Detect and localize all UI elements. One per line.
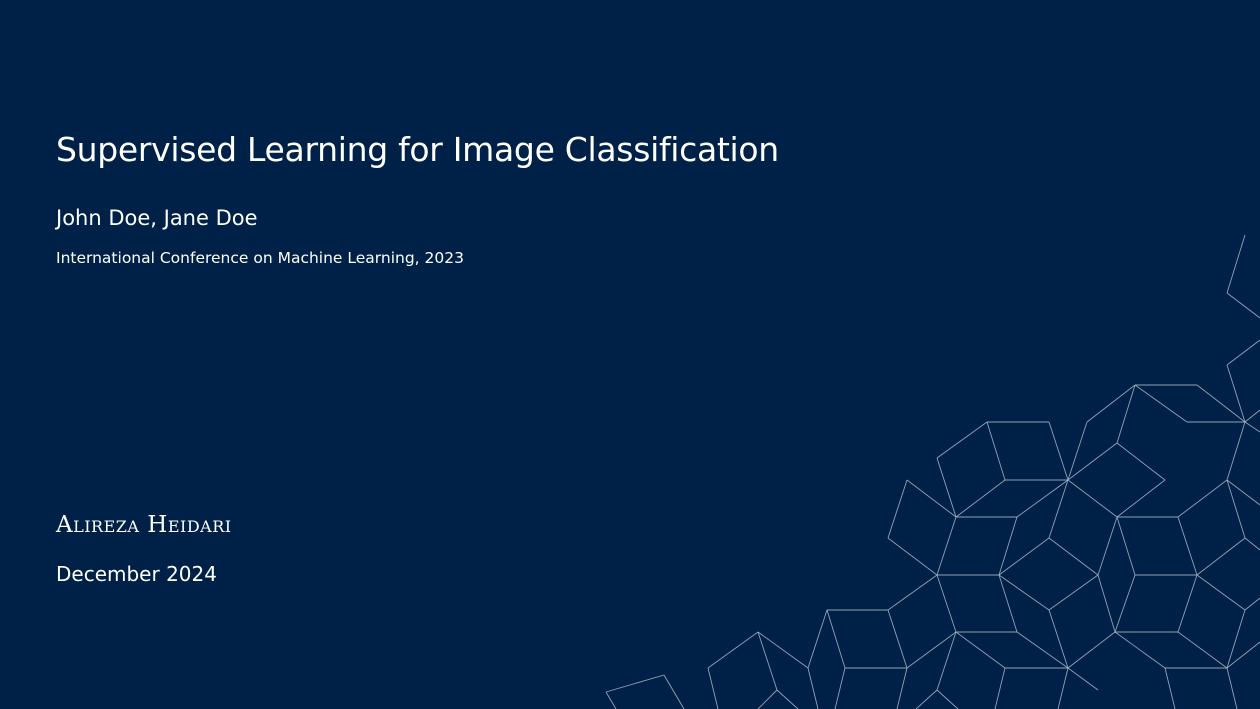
pattern-line — [887, 574, 938, 611]
pattern-line — [1196, 384, 1246, 423]
pattern-line — [1164, 667, 1176, 709]
pattern-line — [887, 479, 908, 539]
pattern-line — [1196, 537, 1246, 576]
pattern-line — [757, 631, 778, 691]
pattern-line — [1067, 421, 1088, 481]
pattern-line — [1067, 631, 1116, 669]
pattern-line — [1226, 609, 1246, 669]
pattern-line — [906, 479, 957, 518]
pattern-line — [915, 689, 938, 709]
pattern-line — [757, 689, 778, 709]
pattern-line — [1196, 574, 1246, 611]
pattern-line — [807, 667, 819, 709]
pattern-line — [663, 674, 685, 709]
pattern-line — [1226, 364, 1246, 423]
pattern-line — [1134, 384, 1188, 423]
pattern-line — [1116, 384, 1136, 444]
pattern-line — [1226, 479, 1246, 539]
pattern-line — [998, 537, 1050, 576]
pattern-line — [1016, 631, 1069, 669]
pattern-line — [757, 631, 809, 669]
pattern-line — [1114, 574, 1136, 633]
pattern-line — [834, 667, 846, 709]
pattern-line — [1048, 574, 1099, 611]
pattern-line — [1226, 339, 1260, 366]
pattern-line — [1048, 537, 1099, 576]
pattern-line — [936, 631, 957, 691]
pattern-line — [1226, 234, 1246, 294]
pattern-line — [1116, 516, 1136, 576]
decorative-geometric-pattern — [605, 234, 1260, 709]
pattern-line — [605, 674, 665, 693]
pattern-line — [955, 631, 1006, 669]
pattern-line — [1177, 516, 1198, 576]
pattern-line — [1226, 292, 1260, 319]
pattern-line — [1177, 479, 1228, 518]
pattern-line — [1116, 479, 1166, 518]
pattern-line — [1114, 631, 1166, 669]
pattern-line — [936, 421, 988, 459]
pattern-line — [1177, 631, 1228, 669]
pattern-line — [998, 574, 1050, 611]
pattern-line — [1244, 537, 1260, 551]
pattern-line — [1244, 597, 1260, 611]
pattern-line — [994, 667, 1006, 709]
pattern-line — [1048, 609, 1069, 669]
pattern-line — [1244, 409, 1260, 423]
pattern-line — [1097, 516, 1118, 576]
pattern-line — [986, 421, 1006, 481]
pattern-line — [936, 516, 957, 576]
pattern-line — [826, 609, 846, 669]
pattern-line — [1226, 421, 1246, 481]
pattern-line — [906, 631, 957, 669]
pattern-line — [1048, 421, 1069, 481]
pattern-line — [1067, 479, 1118, 518]
pattern-line — [1067, 667, 1099, 691]
pattern-line — [1048, 479, 1069, 539]
pattern-line — [707, 667, 719, 709]
pattern-line — [1226, 641, 1260, 669]
pattern-line — [1067, 442, 1118, 481]
pattern-line — [936, 457, 957, 518]
pattern-line — [1226, 479, 1260, 506]
pattern-line — [605, 691, 617, 709]
pattern-line — [807, 609, 828, 669]
pattern-line — [887, 537, 938, 576]
pattern-line — [1086, 384, 1136, 423]
pattern-line — [707, 631, 759, 669]
pattern-line — [776, 689, 799, 709]
pattern-line — [1057, 667, 1069, 709]
pattern-line — [1016, 479, 1069, 518]
pattern-line — [936, 574, 957, 633]
pattern-line — [955, 479, 1006, 518]
pattern-line — [998, 574, 1018, 633]
pattern-line — [887, 609, 908, 669]
pattern-line — [998, 516, 1018, 576]
pattern-line — [1226, 667, 1238, 709]
pattern-line — [896, 667, 908, 709]
pattern-line — [1177, 574, 1198, 633]
pattern-line — [1116, 442, 1166, 481]
pattern-line — [936, 689, 959, 709]
pattern-line — [1097, 574, 1116, 633]
pattern-line — [1244, 421, 1260, 433]
